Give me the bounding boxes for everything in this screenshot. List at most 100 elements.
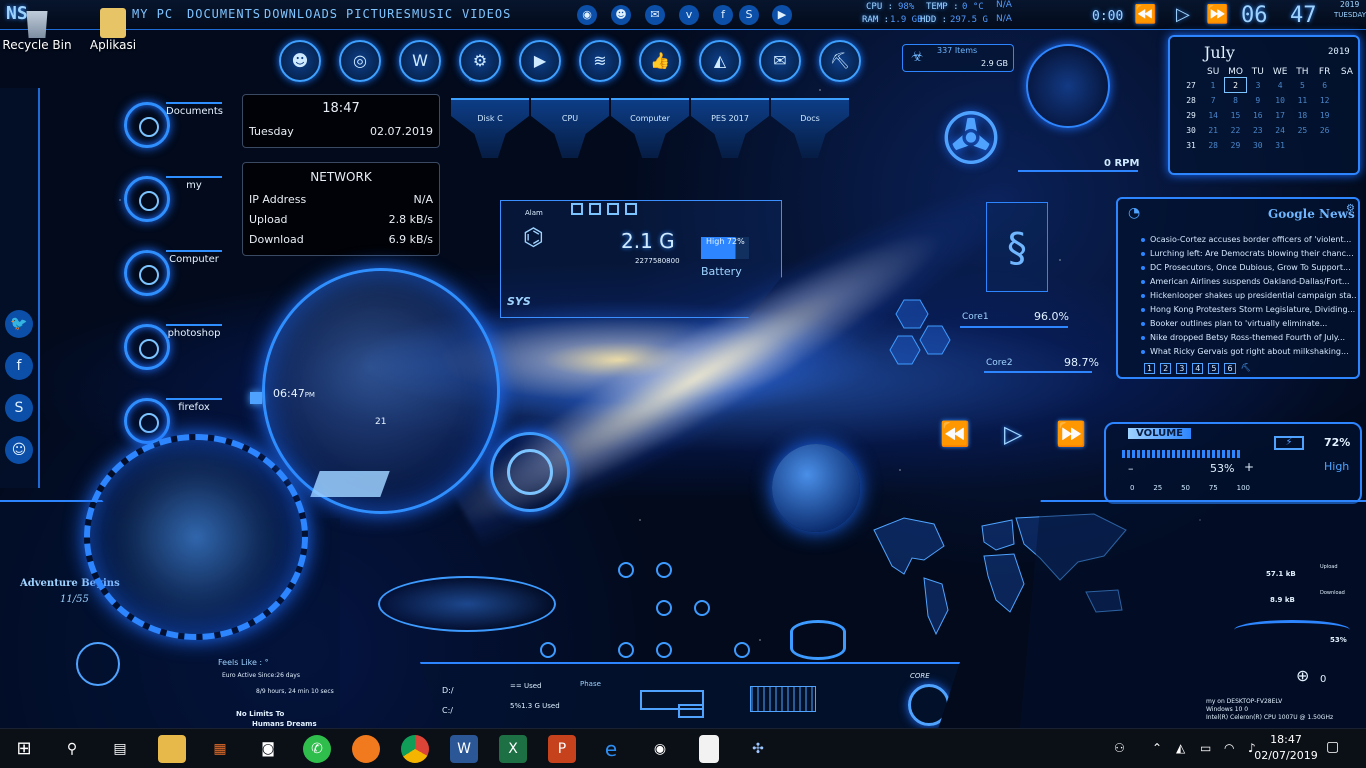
news-item[interactable]: What Ricky Gervais got right about milks… (1138, 345, 1356, 359)
calendar-day[interactable] (1314, 138, 1336, 153)
news-page-1[interactable]: 1 (1144, 363, 1156, 374)
news-page-4[interactable]: 4 (1192, 363, 1204, 374)
file-explorer-icon[interactable] (158, 735, 186, 763)
twitter-icon[interactable]: 🐦 (5, 310, 33, 338)
nav-music[interactable]: MUSIC (412, 7, 453, 21)
mid-prev-icon[interactable]: ⏪ (940, 420, 970, 448)
news-item[interactable]: Ocasio-Cortez accuses border officers of… (1138, 233, 1356, 247)
pickaxe-app-button[interactable]: ⛏ (819, 40, 861, 82)
calendar-day[interactable]: 30 (1247, 138, 1269, 153)
calendar-day[interactable]: 31 (1269, 138, 1291, 153)
calendar-day[interactable]: 1 (1202, 78, 1224, 93)
facebook-icon[interactable]: f (713, 5, 733, 25)
calendar-day[interactable]: 3 (1247, 78, 1269, 93)
center-button-mid[interactable] (678, 704, 704, 718)
nav-documents[interactable]: DOCUMENTS (187, 7, 261, 21)
nav-pictures[interactable]: PICTURES (346, 7, 412, 21)
calendar-day[interactable]: 6 (1314, 78, 1336, 93)
document-icon[interactable] (699, 735, 719, 763)
excel-icon[interactable]: X (499, 735, 527, 763)
calendar-day[interactable]: 10 (1269, 93, 1291, 108)
tray-chevron-up-icon[interactable]: ⌃ (1152, 741, 1162, 755)
like-app-button[interactable]: 👍 (639, 40, 681, 82)
tray-wifi-icon[interactable]: ◠ (1224, 741, 1234, 755)
news-item[interactable]: Booker outlines plan to 'virtually elimi… (1138, 317, 1356, 331)
calendar-day[interactable]: 9 (1247, 93, 1269, 108)
media-play-icon[interactable]: ▷ (1176, 4, 1190, 25)
calendar-day[interactable]: 12 (1314, 93, 1336, 108)
calendar-day[interactable]: 29 (1224, 138, 1246, 153)
calendar-day[interactable]: 11 (1291, 93, 1313, 108)
news-item[interactable]: Nike dropped Betsy Ross-themed Fourth of… (1138, 331, 1356, 345)
facebook-side-icon[interactable]: f (5, 352, 33, 380)
skype-side-icon[interactable]: S (5, 394, 33, 422)
spotify-app-button[interactable]: ≋ (579, 40, 621, 82)
calendar-day-today[interactable]: 2 (1223, 77, 1248, 93)
skype-icon[interactable]: S (739, 5, 759, 25)
media-prev-icon[interactable]: ⏪ (1134, 4, 1156, 25)
task-view-icon[interactable]: ▤ (106, 735, 134, 763)
chrome-icon[interactable]: ◉ (577, 5, 597, 25)
users-icon[interactable]: ☺ (5, 436, 33, 464)
mail-app-button[interactable]: ✉ (759, 40, 801, 82)
pes-icon[interactable]: ✣ (744, 735, 772, 763)
volume-minus[interactable]: – (1128, 462, 1134, 475)
reddit-app-button[interactable]: ☻ (279, 40, 321, 82)
calendar-day[interactable]: 16 (1247, 108, 1269, 123)
chrome-taskbar-icon[interactable] (401, 735, 429, 763)
calendar-day[interactable]: 24 (1269, 123, 1291, 138)
news-item[interactable]: Lurching left: Are Democrats blowing the… (1138, 247, 1356, 261)
aplikasi-shortcut[interactable]: Aplikasi (78, 8, 148, 52)
calendar-day[interactable]: 25 (1291, 123, 1313, 138)
news-tool-icon[interactable]: ⛏ (1241, 363, 1251, 374)
calendar-day[interactable]: 23 (1247, 123, 1269, 138)
calendar-day[interactable]: 15 (1224, 108, 1246, 123)
notification-icon[interactable]: ▢ (1326, 739, 1339, 755)
youtube-icon[interactable]: ▶ (772, 5, 792, 25)
nav-downloads[interactable]: DOWNLOADS (264, 7, 338, 21)
news-settings-icon[interactable]: ⚙ (1346, 203, 1355, 214)
calendar-day[interactable]: 22 (1224, 123, 1246, 138)
calendar-day[interactable]: 18 (1291, 108, 1313, 123)
news-page-5[interactable]: 5 (1208, 363, 1220, 374)
firefox-icon[interactable] (352, 735, 380, 763)
calendar-day[interactable]: 19 (1314, 108, 1336, 123)
edge-icon[interactable]: e (597, 735, 625, 763)
mid-next-icon[interactable]: ⏩ (1056, 420, 1086, 448)
launcher-computer[interactable]: Computer (124, 250, 222, 296)
calendar-day[interactable]: 7 (1202, 93, 1224, 108)
whatsapp-icon[interactable]: ✆ (303, 735, 331, 763)
recycle-widget[interactable]: ☣ 337 Items 2.9 GB (902, 44, 1014, 72)
tray-battery-icon[interactable]: ▭ (1200, 741, 1211, 755)
news-item[interactable]: American Airlines suspends Oakland-Dalla… (1138, 275, 1356, 289)
calendar-day[interactable]: 5 (1291, 78, 1313, 93)
news-page-6[interactable]: 6 (1224, 363, 1236, 374)
webcam-icon[interactable]: ◉ (646, 735, 674, 763)
windows-start-icon[interactable]: ⊞ (10, 735, 38, 763)
powerpoint-icon[interactable]: P (548, 735, 576, 763)
calendar-day[interactable]: 26 (1314, 123, 1336, 138)
calendar-day[interactable] (1291, 138, 1313, 153)
media-next-icon[interactable]: ⏩ (1206, 4, 1228, 25)
store-icon[interactable]: ▦ (206, 735, 234, 763)
launcher-my[interactable]: my (124, 176, 222, 222)
steam-app-button[interactable]: ⚙ (459, 40, 501, 82)
calendar-day[interactable]: 4 (1269, 78, 1291, 93)
calendar-day[interactable]: 28 (1202, 138, 1224, 153)
vimeo-icon[interactable]: v (679, 5, 699, 25)
camera-icon[interactable]: ◙ (254, 735, 282, 763)
tray-vlc-icon[interactable]: ◭ (1176, 741, 1185, 755)
calendar-day[interactable]: 14 (1202, 108, 1224, 123)
news-item[interactable]: Hickenlooper shakes up presidential camp… (1138, 289, 1356, 303)
vlc-app-button[interactable]: ◭ (699, 40, 741, 82)
news-item[interactable]: DC Prosecutors, Once Dubious, Grow To Su… (1138, 261, 1356, 275)
mid-play-icon[interactable]: ▷ (1004, 420, 1022, 448)
recycle-bin-shortcut[interactable]: Recycle Bin (2, 8, 72, 52)
taskbar-time[interactable]: 18:47 (1264, 733, 1308, 746)
nav-videos[interactable]: VIDEOS (462, 7, 511, 21)
calendar-day[interactable]: 21 (1202, 123, 1224, 138)
news-page-3[interactable]: 3 (1176, 363, 1188, 374)
news-item[interactable]: Hong Kong Protesters Storm Legislature, … (1138, 303, 1356, 317)
mail-icon[interactable]: ✉ (645, 5, 665, 25)
word-app-button[interactable]: W (399, 40, 441, 82)
